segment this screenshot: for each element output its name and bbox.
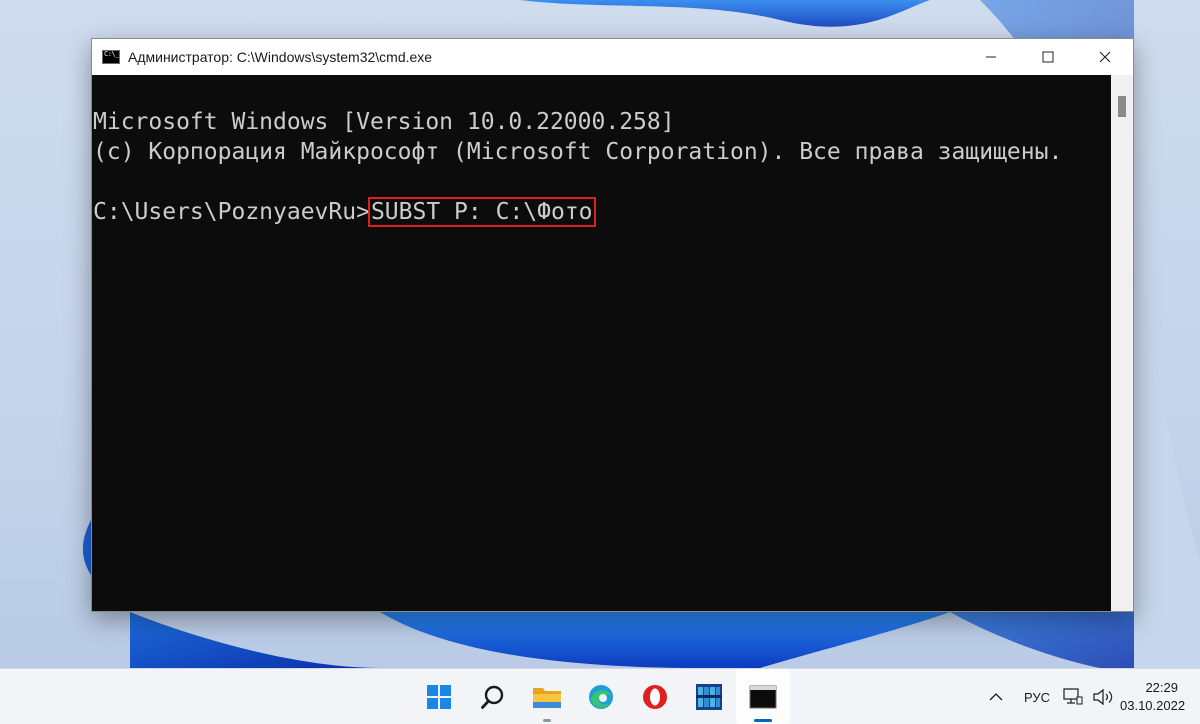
minimize-icon [985,56,996,58]
speaker-icon [1093,688,1113,706]
vertical-scrollbar[interactable] [1111,75,1133,611]
console-line-command: C:\Users\PoznyaevRu>SUBST P: C:\Фото [93,197,1112,227]
clock-time: 22:29 [1145,680,1178,695]
window-title: Администратор: C:\Windows\system32\cmd.e… [128,49,433,65]
search-icon [481,685,504,709]
running-indicator [543,719,551,722]
opera-button[interactable] [628,669,682,724]
cmd-icon [749,685,777,709]
start-icon [427,685,451,709]
console-line-version: Microsoft Windows [Version 10.0.22000.25… [93,109,675,135]
cmd-app-icon [102,50,120,64]
show-hidden-icons-button[interactable] [978,677,1014,717]
maximize-icon [1042,51,1053,63]
console-prompt: C:\Users\PoznyaevRu> [93,199,370,225]
opera-icon [643,685,667,709]
title-bar[interactable]: Администратор: C:\Windows\system32\cmd.e… [92,39,1133,75]
cmd-window: Администратор: C:\Windows\system32\cmd.e… [91,38,1134,612]
console-output[interactable]: Microsoft Windows [Version 10.0.22000.25… [92,75,1112,611]
console-line-copyright: (c) Корпорация Майкрософт (Microsoft Cor… [93,139,1063,165]
search-button[interactable] [466,669,520,724]
app-button[interactable] [682,669,736,724]
clock-date: 03.10.2022 [1120,698,1186,713]
file-explorer-icon [533,688,561,708]
app-icon [696,684,722,710]
system-tray: РУС 22:29 03.10.2022 [978,669,1200,724]
close-button[interactable] [1076,39,1133,75]
caption-buttons [962,39,1133,75]
file-explorer-button[interactable] [520,669,574,724]
scrollbar-thumb[interactable] [1118,96,1126,117]
highlighted-command: SUBST P: C:\Фото [367,197,596,227]
edge-icon [589,685,613,709]
active-indicator [754,719,772,722]
taskbar-apps [412,669,790,724]
clock[interactable]: 22:29 03.10.2022 [1120,679,1200,715]
cmd-taskbar-button[interactable] [736,669,790,724]
close-icon [1099,51,1110,63]
network-icon [1063,688,1083,705]
maximize-button[interactable] [1019,39,1076,75]
chevron-up-icon [989,693,1003,701]
minimize-button[interactable] [962,39,1019,75]
start-button[interactable] [412,669,466,724]
edge-button[interactable] [574,669,628,724]
taskbar: РУС 22:29 03.10.2022 [0,668,1200,724]
volume-button[interactable] [1086,677,1120,717]
network-button[interactable] [1060,677,1086,717]
language-indicator[interactable]: РУС [1014,677,1060,717]
